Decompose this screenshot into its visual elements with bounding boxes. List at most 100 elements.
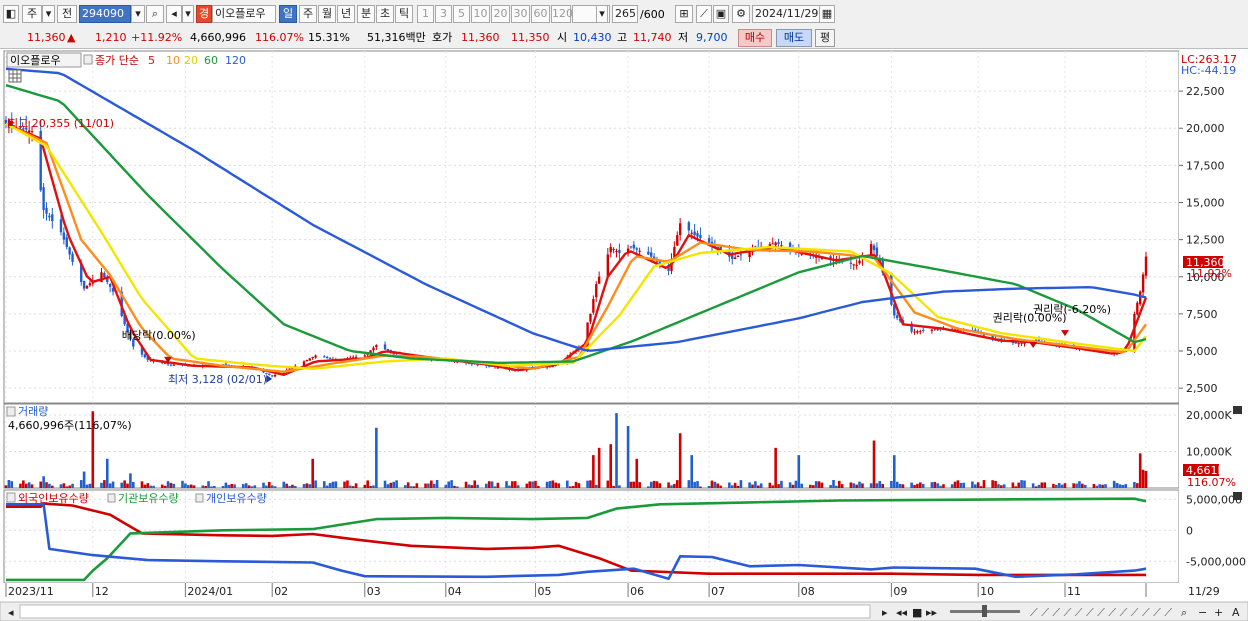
tab-year[interactable]: 년	[337, 5, 355, 23]
tab-minute[interactable]: 분	[357, 5, 375, 23]
tab-month[interactable]: 월	[318, 5, 336, 23]
volume-bar	[291, 484, 294, 488]
price-tick-label: 20,000	[1186, 122, 1225, 135]
chevron-down-icon[interactable]: ▾	[131, 5, 145, 23]
volume-bar	[1017, 482, 1020, 488]
volume-bar	[728, 482, 731, 488]
candle-body	[65, 237, 68, 248]
volume-bar	[1136, 483, 1139, 488]
interval-1[interactable]: 1	[417, 5, 434, 23]
bar-count-input[interactable]: 265	[612, 5, 638, 23]
volume-bar	[331, 481, 335, 488]
last-icon[interactable]: ▸▸	[926, 606, 938, 619]
volume-bar	[1104, 484, 1107, 488]
candle-body	[635, 248, 638, 250]
volume-bar	[1121, 484, 1125, 488]
volume-bar	[59, 484, 63, 488]
scroll-right-icon[interactable]: ▸	[882, 606, 888, 619]
gear-icon[interactable]: ⚙	[732, 5, 750, 23]
stock-code-input[interactable]: 294090	[79, 5, 131, 23]
volume-bar	[959, 482, 963, 488]
volume-bar	[971, 481, 974, 488]
draw-line-icon[interactable]: ⟋	[696, 5, 712, 23]
interval-5[interactable]: 5	[453, 5, 470, 23]
zoom-slider-handle[interactable]	[982, 605, 987, 617]
legend-toggle-icon[interactable]	[83, 54, 93, 65]
speaker-icon[interactable]: ◂	[166, 5, 182, 23]
volume-bar	[942, 484, 945, 488]
volume-bar	[456, 486, 459, 488]
volume-bar	[389, 482, 393, 488]
zoom-out-icon[interactable]: −	[1198, 606, 1207, 619]
chart-tools-icon[interactable]: ⊞	[675, 5, 693, 23]
tab-day[interactable]: 일	[279, 5, 297, 23]
buy-button[interactable]: 매수	[738, 29, 772, 47]
prefix-label[interactable]: 전	[57, 5, 77, 23]
interval-60[interactable]: 60	[531, 5, 550, 23]
drawing-tools-icon[interactable]: ⟋ ⟋ ⟋ ⟋ ⟋ ⟋ ⟋ ⟋ ⟋ ⟋ ⟋ ⟋ ⟋	[1030, 606, 1172, 619]
zoom-search-icon[interactable]: ⌕	[1181, 606, 1187, 619]
interval-10[interactable]: 10	[471, 5, 490, 23]
volume-bar	[163, 485, 167, 488]
tab-tick[interactable]: 틱	[395, 5, 413, 23]
volume-toggle-icon[interactable]	[6, 406, 16, 417]
volume-bar	[464, 481, 468, 488]
grid-table-icon[interactable]	[8, 69, 22, 83]
volume-bar	[678, 433, 682, 488]
volume-bar	[739, 480, 743, 488]
volume-bar	[294, 485, 297, 488]
volume-bar	[108, 483, 112, 488]
candle-body	[913, 331, 916, 333]
tab-second[interactable]: 초	[376, 5, 394, 23]
volume-bar	[901, 484, 905, 488]
stock-chart: 22,50020,00017,50015,00012,50010,0007,50…	[0, 50, 1248, 621]
scroll-left-icon[interactable]: ◂	[8, 606, 14, 619]
hc-label: HC:-44.19	[1181, 64, 1236, 77]
volume-bar	[415, 483, 419, 488]
candle-body	[629, 246, 633, 248]
period-select[interactable]: 주	[22, 5, 42, 23]
volume-bar	[285, 483, 288, 488]
volume-bar	[791, 484, 795, 488]
volume-bar	[1138, 453, 1142, 488]
legend-foreign: 외국인보유수량	[18, 492, 89, 505]
calendar-icon[interactable]: ▦	[819, 5, 835, 23]
volume-bar	[516, 485, 520, 488]
stop-icon[interactable]: ■	[912, 606, 922, 619]
volume-bar	[898, 483, 902, 488]
interval-120[interactable]: 120	[551, 5, 573, 23]
first-icon[interactable]: ◂◂	[896, 606, 908, 619]
volume-bar	[716, 483, 720, 488]
chevron-down-icon[interactable]: ▾	[182, 5, 194, 23]
font-size-icon[interactable]: A	[1232, 606, 1240, 619]
search-icon[interactable]: ⌕	[146, 5, 164, 23]
ownership-toggle-icon[interactable]	[6, 492, 16, 503]
sell-button[interactable]: 매도	[776, 29, 812, 47]
volume-bar	[713, 481, 717, 488]
zoom-in-icon[interactable]: +	[1214, 606, 1223, 619]
volume-bar	[120, 482, 124, 488]
volume-bar	[129, 473, 132, 488]
pane-close-icon[interactable]	[1233, 492, 1242, 500]
chevron-down-icon[interactable]: ▾	[42, 5, 55, 23]
volume-bar	[991, 480, 994, 488]
tab-week[interactable]: 주	[299, 5, 317, 23]
volume-bar	[756, 485, 760, 488]
volume-bar	[696, 481, 699, 488]
date-input[interactable]: 2024/11/29	[752, 5, 820, 23]
chevron-down-icon[interactable]: ▾	[596, 5, 608, 23]
volume-bar	[328, 483, 332, 488]
eval-button[interactable]: 평	[815, 29, 835, 47]
volume-bar	[647, 486, 650, 488]
volume-bar	[919, 482, 922, 488]
window-icon[interactable]: ◧	[3, 5, 19, 23]
volume-bar	[609, 444, 613, 488]
scrollbar-track[interactable]	[19, 604, 871, 619]
pane-close-icon[interactable]	[1233, 406, 1242, 414]
volume-bar	[490, 481, 494, 488]
interval-30[interactable]: 30	[511, 5, 530, 23]
legend-swatch-institution	[107, 493, 116, 503]
interval-20[interactable]: 20	[491, 5, 510, 23]
save-icon[interactable]: ▣	[713, 5, 729, 23]
interval-3[interactable]: 3	[435, 5, 452, 23]
